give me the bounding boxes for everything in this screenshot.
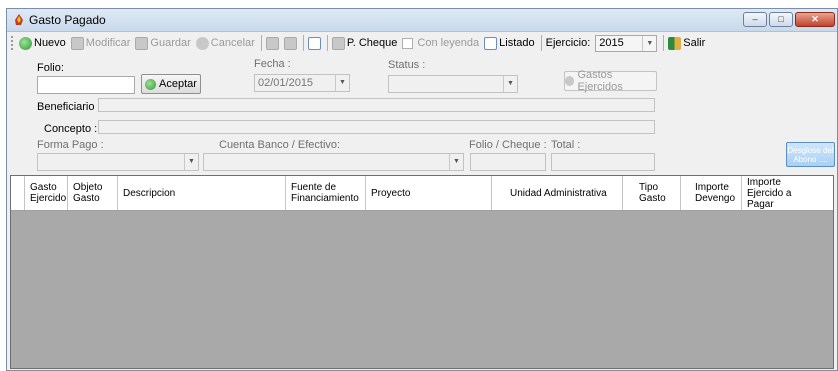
column-header[interactable]: Objeto Gasto (68, 176, 118, 210)
guardar-label: Guardar (150, 37, 191, 49)
folio-cheque-input[interactable] (470, 153, 546, 171)
column-header[interactable]: Unidad Administrativa (492, 176, 623, 210)
concepto-input[interactable] (98, 120, 655, 134)
chevron-down-icon: ▼ (449, 154, 463, 170)
nuevo-button[interactable]: Nuevo (19, 36, 66, 50)
gastos-ejercidos-button[interactable]: Gastos Ejercidos (564, 69, 657, 93)
concepto-label: Concepto : (44, 123, 98, 135)
folio-label: Folio: (37, 62, 64, 74)
fecha-value: 02/01/2015 (258, 77, 314, 89)
gastos-grid[interactable]: Gasto Ejercido Objeto Gasto Descripcion … (10, 175, 834, 369)
column-header[interactable]: Gasto Ejercido (25, 176, 68, 210)
aceptar-label: Aceptar (159, 78, 197, 90)
gastos-ejercidos-label: Gastos Ejercidos (577, 69, 623, 93)
con-leyenda-label: Con leyenda (417, 37, 480, 49)
ejercicio-value: 2015 (599, 36, 624, 49)
folio-input[interactable] (37, 76, 135, 94)
fecha-picker[interactable]: 02/01/2015 ▼ (254, 74, 350, 92)
forma-pago-label: Forma Pago : (37, 139, 104, 151)
status-label: Status : (388, 59, 426, 71)
export-icon (265, 36, 279, 50)
app-icon (15, 14, 23, 25)
export-button[interactable] (265, 36, 279, 50)
chevron-down-icon: ▼ (642, 35, 656, 51)
column-header[interactable]: Tipo Gasto (623, 176, 681, 210)
desglose-line1: Desglose del (787, 145, 834, 155)
folio-cheque-label: Folio / Cheque : (469, 139, 547, 151)
chevron-down-icon: ▼ (503, 76, 517, 92)
grid-header: Gasto Ejercido Objeto Gasto Descripcion … (11, 176, 833, 211)
cancel-icon (195, 36, 209, 50)
forma-pago-select[interactable]: ▼ (37, 153, 199, 171)
column-header[interactable]: Fuente de Financiamiento (286, 176, 366, 210)
modificar-button[interactable]: Modificar (70, 36, 131, 50)
ejercicio-label: Ejercicio: (545, 37, 591, 49)
total-input[interactable] (551, 153, 655, 171)
listado-button[interactable]: Listado (484, 36, 535, 50)
cancelar-label: Cancelar (210, 37, 255, 49)
salir-button[interactable]: Salir (668, 36, 706, 50)
column-header[interactable]: Importe Ejercido a Pagar (742, 176, 835, 210)
search-button[interactable] (307, 36, 321, 50)
exit-icon (668, 36, 682, 50)
con-leyenda-checkbox[interactable]: Con leyenda (402, 37, 479, 49)
toolbar-separator (326, 35, 328, 51)
toolbar-separator (260, 35, 262, 51)
print-cheque-button[interactable]: P. Cheque (331, 36, 398, 50)
desglose-abono-button[interactable]: Desglose del Abono .... (786, 142, 835, 167)
toolbar-separator (663, 35, 665, 51)
ejercicio-select[interactable]: 2015 ▼ (595, 34, 658, 52)
total-label: Total : (551, 139, 581, 151)
toolbar-separator (540, 35, 542, 51)
check-icon (145, 78, 157, 90)
cuenta-label: Cuenta Banco / Efectivo: (219, 139, 341, 151)
minimize-button[interactable]: – (743, 12, 767, 27)
checkbox-icon (402, 37, 414, 49)
column-header[interactable]: Importe Devengo (681, 176, 742, 210)
salir-label: Salir (683, 37, 706, 49)
column-header[interactable]: Descripcion (118, 176, 286, 210)
guardar-button[interactable]: Guardar (135, 36, 191, 50)
status-select[interactable]: ▼ (388, 75, 518, 93)
toolbar-grip (11, 36, 16, 50)
print-cheque-label: P. Cheque (346, 37, 398, 49)
toolbar-separator (302, 35, 304, 51)
beneficiario-label: Beneficiario : (37, 101, 101, 113)
fecha-label: Fecha : (254, 58, 291, 70)
aceptar-button[interactable]: Aceptar (141, 74, 201, 94)
edit-icon (70, 36, 84, 50)
cuenta-select[interactable]: ▼ (203, 153, 464, 171)
desglose-line2: Abono .... (793, 154, 828, 164)
title-bar: Gasto Pagado – □ ✕ (7, 9, 837, 32)
modificar-label: Modificar (85, 37, 131, 49)
chevron-down-icon: ▼ (335, 75, 349, 91)
close-button[interactable]: ✕ (795, 12, 835, 27)
document-icon (484, 36, 498, 50)
gasto-pagado-window: Gasto Pagado – □ ✕ Nuevo Modificar Guard… (6, 8, 838, 371)
save-icon (135, 36, 149, 50)
nuevo-label: Nuevo (34, 37, 66, 49)
window-title: Gasto Pagado (29, 13, 106, 27)
chevron-down-icon: ▼ (184, 154, 198, 170)
toolbar: Nuevo Modificar Guardar Cancelar P. Cheq… (7, 32, 837, 54)
column-header[interactable]: Proyecto (366, 176, 492, 210)
cancelar-button[interactable]: Cancelar (195, 36, 255, 50)
maximize-button[interactable]: □ (769, 12, 793, 27)
beneficiario-input[interactable] (98, 98, 655, 112)
delete-icon (283, 36, 297, 50)
ejercicio-group: Ejercicio: 2015 ▼ (545, 34, 658, 52)
binoculars-icon (307, 36, 321, 50)
grid-corner (11, 176, 25, 210)
add-icon (19, 36, 32, 50)
printer-icon (331, 36, 345, 50)
delete-button[interactable] (283, 36, 297, 50)
add-icon (565, 76, 575, 86)
listado-label: Listado (499, 37, 535, 49)
